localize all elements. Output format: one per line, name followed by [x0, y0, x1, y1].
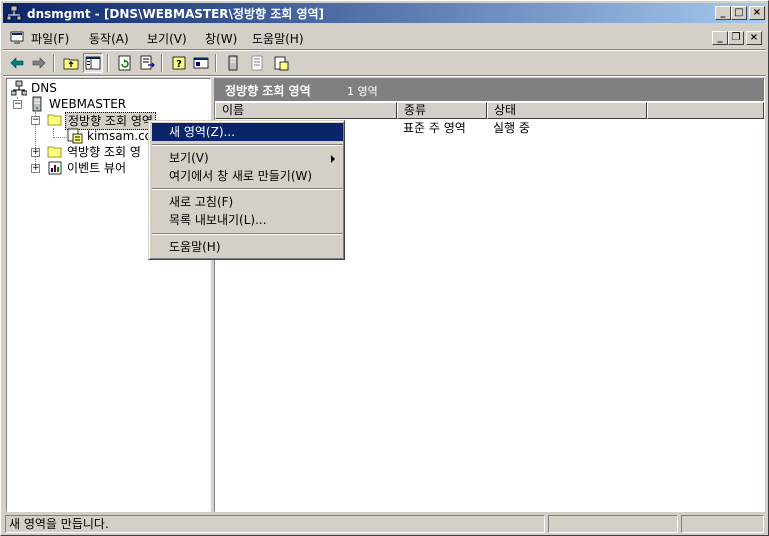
menu-separator [152, 233, 343, 235]
status-text: 새 영역을 만듭니다. [5, 515, 545, 533]
child-minimize-button[interactable]: _ [712, 31, 728, 45]
properties-icon [193, 57, 209, 69]
column-header-name[interactable]: 이름 [215, 102, 397, 119]
export-list-icon [140, 55, 155, 70]
tree-label-event-viewer: 이벤트 뷰어 [67, 161, 127, 175]
back-arrow-icon [10, 57, 24, 69]
up-one-level-button[interactable] [61, 53, 81, 73]
menu-item-view[interactable]: 보기(V) [152, 149, 343, 167]
menu-item-export-list[interactable]: 목록 내보내기(L)... [152, 211, 343, 229]
tree-label-reverse-zones: 역방향 조회 영 [67, 145, 141, 159]
window-title: dnsmgmt - [DNS\WEBMASTER\정방향 조회 영역] [27, 7, 325, 21]
menu-bar: 파일(F) 동작(A) 보기(V) 창(W) 도움말(H) _ ❐ × [3, 26, 766, 50]
column-header-status[interactable]: 상태 [487, 102, 647, 119]
zone-button[interactable] [271, 53, 291, 73]
menu-item-help[interactable]: 도움말(H) [152, 238, 343, 256]
column-header-type[interactable]: 종류 [397, 102, 487, 119]
server-button[interactable] [223, 53, 243, 73]
refresh-button[interactable] [115, 53, 135, 73]
forward-button[interactable] [29, 53, 49, 73]
menu-separator [152, 188, 343, 190]
document-button[interactable] [247, 53, 267, 73]
menu-separator [152, 144, 343, 146]
show-hide-tree-icon [85, 56, 101, 70]
title-bar[interactable]: dnsmgmt - [DNS\WEBMASTER\정방향 조회 영역] _ □ … [3, 3, 766, 23]
show-hide-tree-button[interactable] [83, 53, 103, 73]
event-viewer-icon [48, 161, 62, 175]
help-icon: ? [172, 56, 186, 70]
expand-event-viewer-toggle[interactable]: + [31, 164, 40, 173]
menu-help[interactable]: 도움말(H) [252, 30, 304, 47]
maximize-button[interactable]: □ [731, 6, 747, 20]
svg-text:?: ? [176, 59, 182, 70]
forward-arrow-icon [32, 57, 46, 69]
folder-open-icon [47, 114, 62, 126]
column-header-empty [647, 102, 764, 119]
menu-item-new-window[interactable]: 여기에서 창 새로 만들기(W) [152, 167, 343, 185]
tree-label-dns: DNS [31, 81, 57, 95]
zone-icon [67, 128, 83, 144]
folder-icon [47, 146, 62, 158]
properties-button[interactable] [191, 53, 211, 73]
menu-file[interactable]: 파일(F) [31, 30, 69, 47]
expand-reverse-zones-toggle[interactable]: + [31, 148, 40, 157]
row-type: 표준 주 영역 [403, 121, 466, 135]
console-icon[interactable] [9, 30, 25, 46]
menu-item-new-zone[interactable]: 새 영역(Z)... [152, 123, 343, 141]
menu-window[interactable]: 창(W) [205, 30, 237, 47]
child-restore-button[interactable]: ❐ [728, 31, 744, 45]
help-button[interactable]: ? [169, 53, 189, 73]
status-bar: 새 영역을 만듭니다. [3, 514, 766, 534]
status-panel-3 [681, 515, 764, 533]
toolbar-separator [3, 75, 766, 77]
dns-app-icon [6, 5, 22, 21]
back-button[interactable] [7, 53, 27, 73]
up-folder-icon [63, 58, 79, 70]
tree-label-zone: kimsam.co [87, 129, 153, 143]
collapse-forward-zones-toggle[interactable]: − [31, 116, 40, 125]
server-icon [32, 96, 42, 112]
context-menu: 새 영역(Z)... 보기(V) 여기에서 창 새로 만들기(W) 새로 고침(… [148, 120, 345, 260]
menu-item-refresh[interactable]: 새로 고침(F) [152, 193, 343, 211]
details-header: 정방향 조회 영역 1 영역 [215, 79, 764, 101]
status-panel-2 [548, 515, 678, 533]
refresh-icon [118, 55, 131, 71]
close-button[interactable]: × [749, 6, 765, 20]
dns-icon [11, 80, 27, 96]
minimize-button[interactable]: _ [715, 6, 731, 20]
tree-label-webmaster: WEBMASTER [49, 97, 127, 111]
server-icon [228, 55, 238, 71]
zone-icon [274, 56, 289, 71]
menu-view[interactable]: 보기(V) [147, 30, 187, 47]
child-close-button[interactable]: × [746, 31, 762, 45]
details-count: 1 영역 [347, 85, 378, 98]
export-list-button[interactable] [137, 53, 157, 73]
row-status: 실행 중 [493, 121, 530, 135]
collapse-webmaster-toggle[interactable]: − [13, 100, 22, 109]
toolbar: ? [3, 51, 766, 75]
mmc-window: dnsmgmt - [DNS\WEBMASTER\정방향 조회 영역] _ □ … [0, 0, 769, 536]
details-title: 정방향 조회 영역 [225, 84, 311, 98]
menu-action[interactable]: 동작(A) [89, 30, 129, 47]
column-headers: 이름 종류 상태 [215, 102, 764, 119]
document-icon [251, 55, 263, 71]
submenu-arrow-icon [331, 155, 335, 163]
